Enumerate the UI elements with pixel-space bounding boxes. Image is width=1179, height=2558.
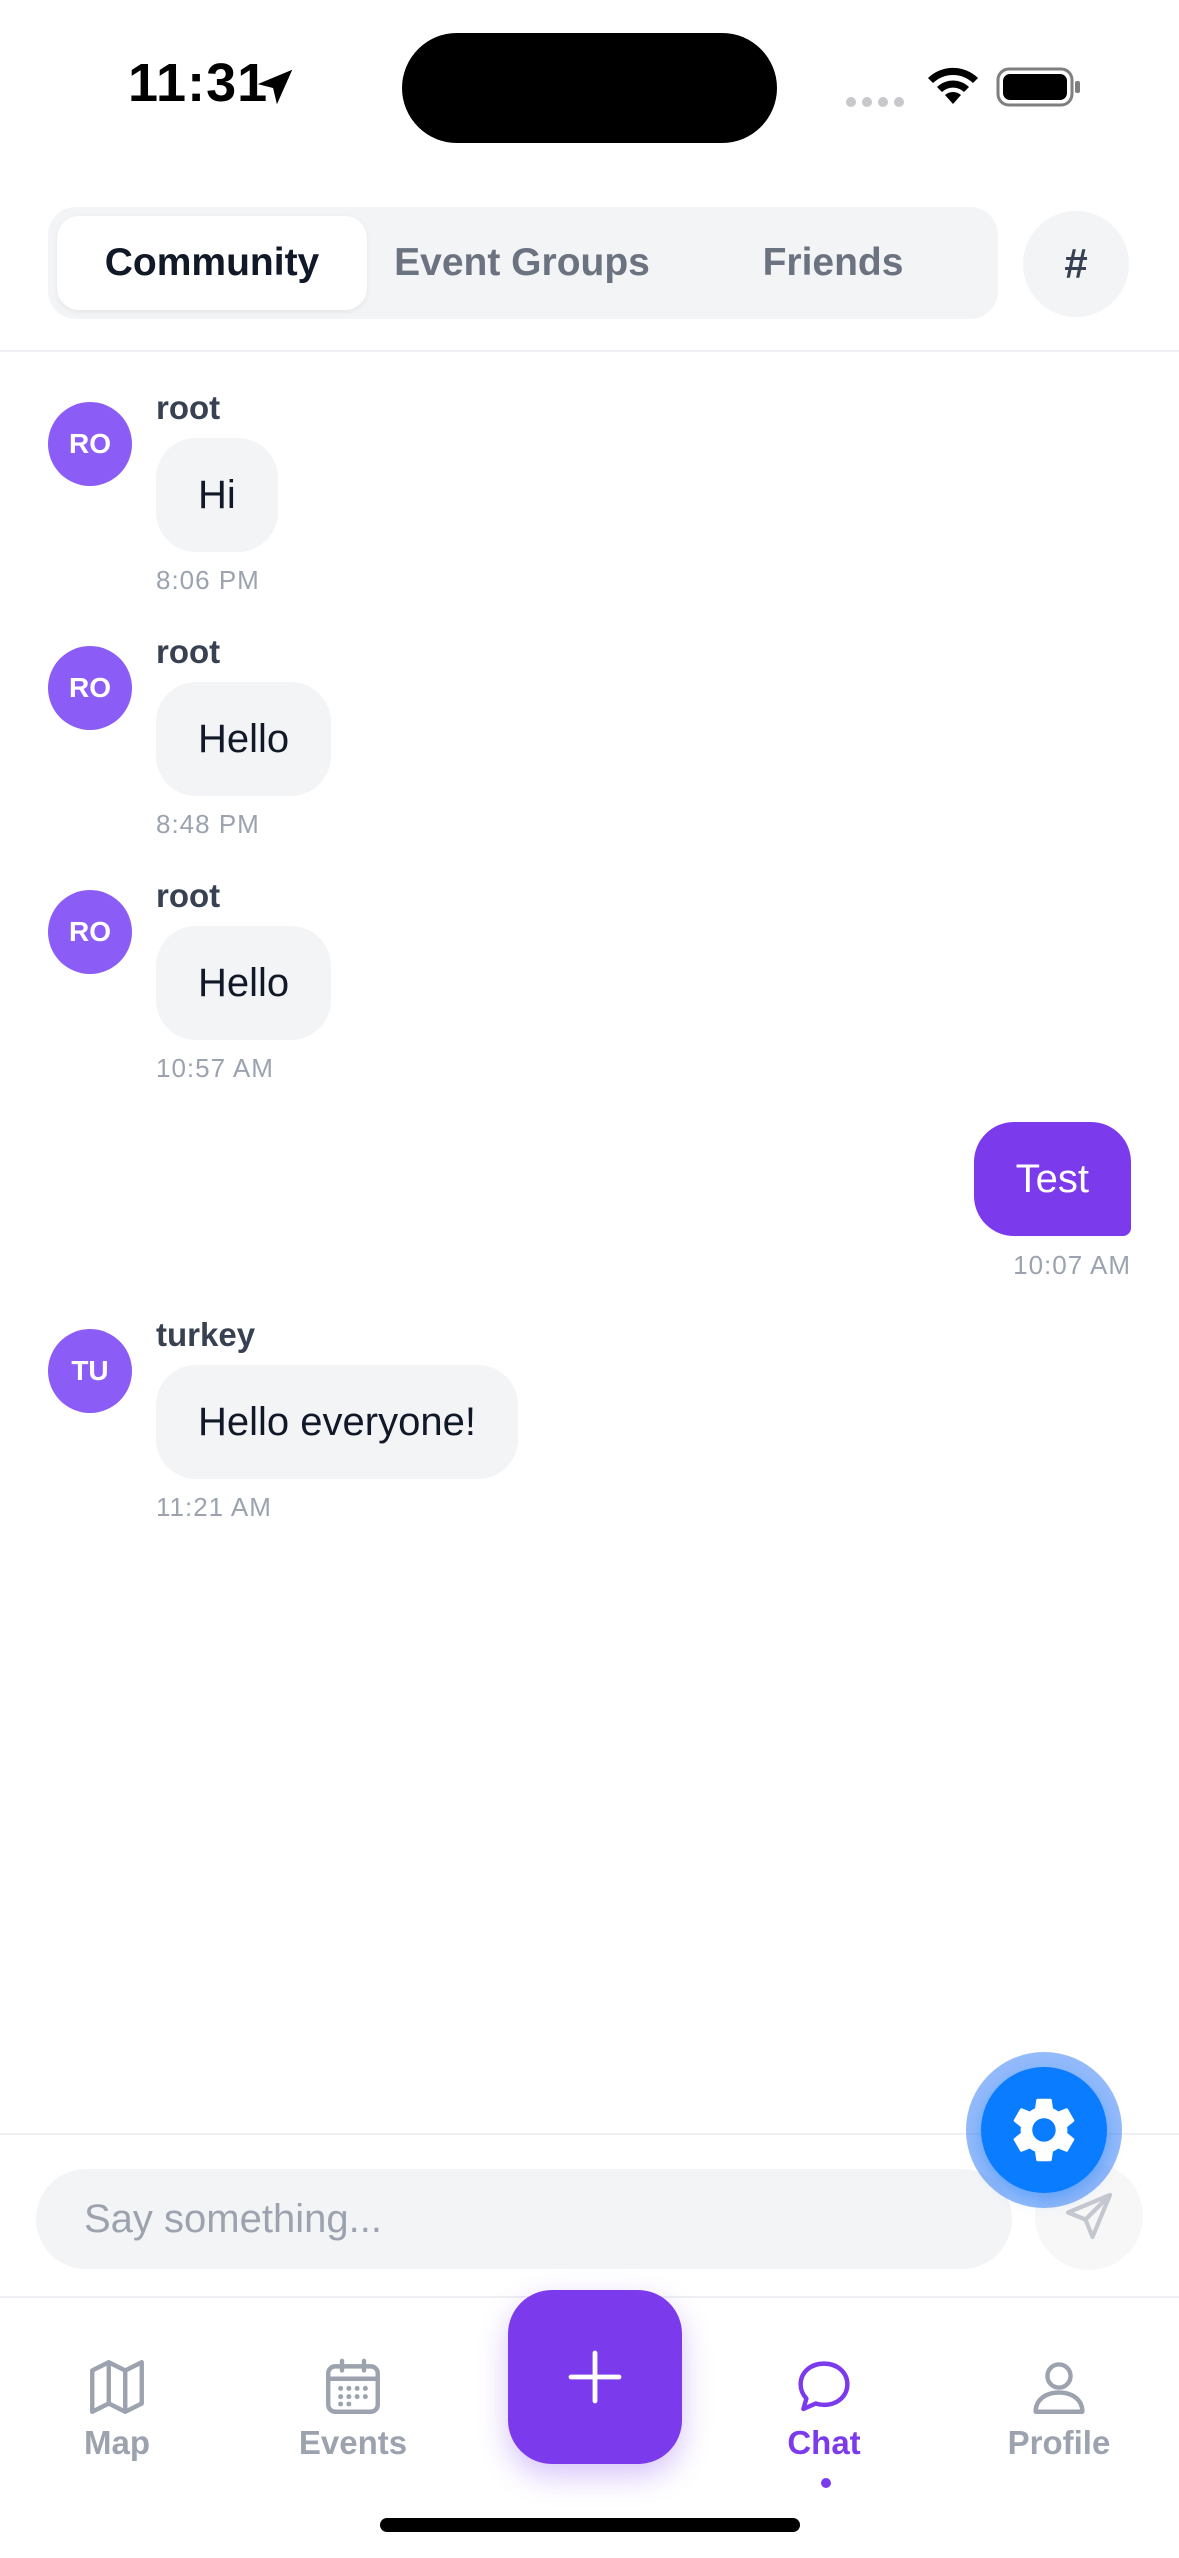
message-bubble[interactable]: Hello everyone! [156, 1365, 518, 1479]
avatar[interactable]: RO [48, 890, 132, 974]
nav-events-label: Events [298, 2424, 408, 2461]
nav-map-label: Map [84, 2424, 150, 2461]
calendar-icon [326, 2358, 380, 2414]
plus-icon [568, 2350, 622, 2404]
message-time: 8:48 PM [156, 809, 260, 839]
battery-icon [996, 67, 1080, 107]
tab-friends[interactable]: Friends [678, 216, 988, 310]
settings-button[interactable] [981, 2067, 1107, 2193]
own-message-bubble[interactable]: Test [973, 1122, 1131, 1236]
chat-bubble-icon [798, 2361, 850, 2412]
avatar[interactable]: TU [48, 1329, 132, 1413]
header-divider [0, 350, 1179, 352]
avatar[interactable]: RO [48, 646, 132, 730]
message-input[interactable] [36, 2169, 1012, 2269]
message-bubble[interactable]: Hello [156, 926, 332, 1040]
message-sender: root [156, 389, 221, 426]
wifi-icon [928, 67, 978, 104]
nav-profile-label: Profile [1007, 2424, 1111, 2461]
tab-community[interactable]: Community [57, 216, 367, 310]
avatar[interactable]: RO [48, 402, 132, 486]
tab-event-groups[interactable]: Event Groups [366, 216, 678, 310]
nav-chat-label: Chat [787, 2424, 861, 2461]
message-sender: turkey [156, 1316, 256, 1353]
user-icon [1033, 2362, 1085, 2414]
status-bar: 11:31 [0, 0, 1179, 180]
message-time: 8:06 PM [156, 565, 260, 595]
message-time: 11:21 AM [156, 1492, 272, 1522]
chat-category-tabs: Community Event Groups Friends [48, 207, 998, 319]
message-sender: root [156, 633, 221, 670]
cellular-signal-icon [846, 97, 904, 107]
map-icon [90, 2360, 144, 2414]
home-indicator [380, 2518, 800, 2532]
nav-chat[interactable]: Chat [724, 2354, 924, 2488]
nav-profile[interactable]: Profile [959, 2354, 1159, 2462]
message-time: 10:07 AM [1013, 1250, 1131, 1280]
gear-icon [1013, 2098, 1075, 2162]
dynamic-island [402, 33, 777, 143]
status-time: 11:31 [128, 53, 269, 113]
nav-map[interactable]: Map [17, 2354, 217, 2462]
nav-events[interactable]: Events [253, 2354, 453, 2462]
settings-fab[interactable] [966, 2052, 1122, 2208]
location-arrow-icon [257, 69, 293, 105]
message-time: 10:57 AM [156, 1053, 274, 1083]
add-button[interactable] [508, 2290, 682, 2464]
message-bubble[interactable]: Hello [156, 682, 332, 796]
message-bubble[interactable]: Hi [156, 438, 278, 552]
message-sender: root [156, 877, 221, 914]
active-indicator-dot [821, 2478, 831, 2488]
channels-button[interactable]: # [1023, 211, 1129, 317]
